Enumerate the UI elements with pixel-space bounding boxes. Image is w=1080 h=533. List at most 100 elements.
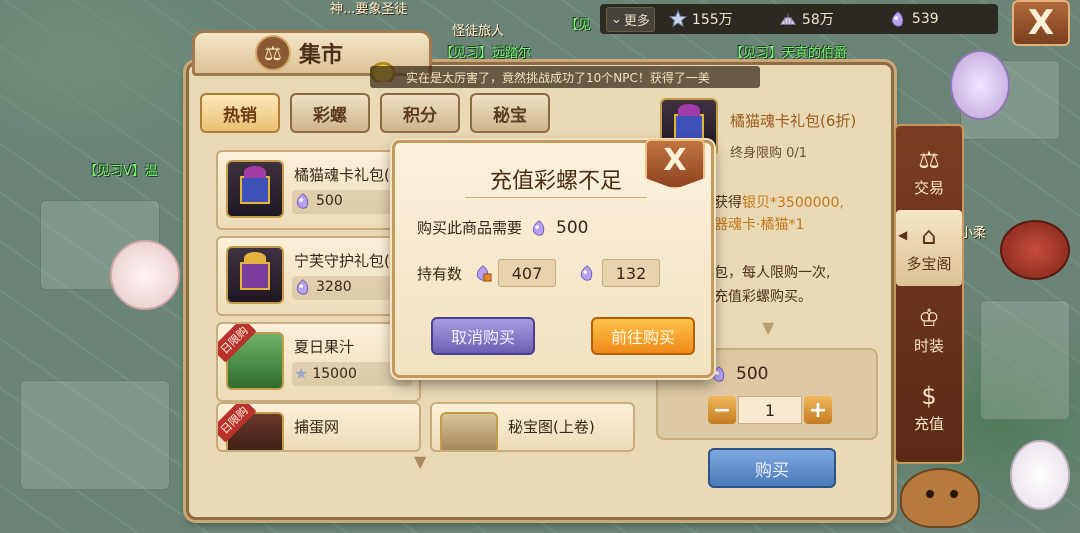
list-item[interactable]: 秘宝图(上卷)	[430, 402, 635, 452]
sheep-creature[interactable]	[110, 240, 180, 310]
star-currency: 155万	[668, 9, 765, 29]
npc-name-tag[interactable]: 神...要象圣徒	[330, 0, 407, 17]
more-button[interactable]: ⌄ 更多	[606, 6, 655, 32]
bound-gem-icon	[476, 265, 492, 282]
held-amount-row: 持有数 407 132	[417, 259, 661, 287]
close-icon: X	[1027, 3, 1055, 43]
resource-bar: ⌄ 更多 155万 58万 539	[600, 4, 998, 34]
go-purchase-button[interactable]: 前往购买	[591, 317, 695, 355]
required-value: 500	[556, 217, 589, 238]
sidenav-recharge[interactable]: $ 充值	[896, 370, 962, 446]
sidenav-label: 充值	[913, 414, 944, 433]
clothing-icon: ♔	[918, 303, 940, 332]
item-name: 秘宝图(上卷)	[508, 418, 595, 436]
list-item[interactable]: 橘猫魂卡礼包( 500	[216, 150, 421, 230]
tab-points[interactable]: 积分	[380, 93, 460, 133]
sidenav-treasure-pavilion[interactable]: ⌂ 多宝阁	[896, 210, 962, 286]
gem-icon	[296, 279, 309, 295]
fairy-npc[interactable]	[950, 50, 1010, 120]
required-label: 购买此商品需要	[417, 219, 523, 237]
quantity-decrease-button[interactable]: −	[708, 396, 736, 424]
cancel-purchase-button[interactable]: 取消购买	[431, 317, 535, 355]
npc-name-tag[interactable]: 【见习】远踏尔	[440, 42, 531, 61]
shell-currency: 58万	[779, 9, 875, 29]
shell-currency-value: 58万	[801, 12, 834, 28]
gem-currency-value: 539	[911, 11, 939, 27]
scale-icon: ⚖	[255, 35, 291, 71]
tab-shell[interactable]: 彩螺	[290, 93, 370, 133]
dollar-icon: $	[921, 381, 937, 410]
scale-icon: ⚖	[918, 145, 940, 174]
ticker-text: 实在是太厉害了，竟然挑战成功了10个NPC！获得了一美	[406, 70, 710, 85]
chevron-left-icon: ◀	[898, 228, 908, 242]
floor-tile	[20, 380, 170, 490]
held-label: 持有数	[417, 264, 463, 283]
item-name: 橘猫魂卡礼包(	[294, 166, 390, 184]
chest-icon: ⌂	[921, 221, 937, 250]
chevron-down-icon: ⌄	[611, 11, 622, 27]
desc-reward-2: 器魂卡·橘猫*1	[714, 217, 805, 233]
quantity-field[interactable]: 1	[738, 396, 802, 424]
broadcast-ticker: 实在是太厉害了，竟然挑战成功了10个NPC！获得了一美	[370, 66, 760, 88]
cake-object[interactable]	[1000, 220, 1070, 280]
star-icon	[668, 10, 687, 28]
gift-box-icon	[226, 246, 284, 304]
sidenav-fashion[interactable]: ♔ 时装	[896, 292, 962, 368]
item-price: 3280	[294, 278, 352, 296]
buy-button[interactable]: 购买	[708, 448, 836, 488]
more-label: 更多	[623, 13, 650, 29]
insufficient-currency-dialog: 充值彩螺不足 X 购买此商品需要 500 持有数 407 132 取消购买 前往…	[392, 139, 714, 378]
required-amount-row: 购买此商品需要 500	[417, 217, 588, 238]
treasure-map-icon	[440, 412, 498, 450]
sidenav-label: 交易	[913, 178, 944, 197]
held-value-bound: 407	[498, 259, 557, 287]
gem-currency: 539	[889, 10, 985, 28]
desc-line-4: 充值彩螺购买。	[714, 289, 812, 305]
star-currency-value: 155万	[691, 12, 733, 28]
dialog-divider	[465, 197, 647, 198]
desc-prefix: 获得	[714, 195, 742, 211]
npc-name-tag[interactable]: 怪徒旅人	[452, 20, 504, 39]
item-name: 夏日果汁	[294, 338, 355, 356]
sidenav-trade[interactable]: ⚖ 交易	[896, 134, 962, 210]
scroll-down-icon[interactable]: ▼	[414, 452, 426, 471]
list-item[interactable]: 宁芙守护礼包( 3280	[216, 236, 421, 316]
floor-tile	[980, 300, 1070, 420]
quantity-increase-button[interactable]: +	[804, 396, 832, 424]
npc-name-tag[interactable]: 【见习】天真的伯爵	[730, 42, 847, 61]
npc-name-tag[interactable]: 【见	[565, 14, 591, 33]
desc-reward-1: 银贝*3500000,	[742, 195, 844, 211]
gem-icon	[296, 193, 309, 209]
gem-icon	[532, 219, 545, 236]
desc-line-3: 包，每人限购一次,	[714, 265, 831, 281]
star-icon: ★	[294, 364, 309, 383]
item-price-value: 500	[316, 193, 343, 209]
item-price-value: 15000	[312, 365, 357, 382]
purchase-price: 500	[710, 364, 768, 384]
mascot-raccoon[interactable]	[900, 468, 980, 528]
purchase-price-value: 500	[736, 364, 769, 384]
item-price: 500	[294, 192, 343, 210]
sidenav-label: 多宝阁	[906, 254, 952, 273]
item-name: 捕蛋网	[294, 418, 340, 436]
tab-hot[interactable]: 热销	[200, 93, 280, 133]
close-market-button[interactable]: X	[1012, 0, 1070, 46]
gift-box-icon	[226, 160, 284, 218]
item-price-value: 3280	[316, 279, 352, 295]
gem-icon	[891, 11, 904, 27]
sidenav-label: 时装	[913, 336, 944, 355]
item-name: 宁芙守护礼包(	[294, 252, 390, 270]
chevron-down-icon: ▼	[762, 318, 775, 337]
item-price: ★ 15000	[294, 364, 357, 383]
close-icon: X	[663, 142, 687, 178]
list-item[interactable]: 日限购 捕蛋网	[216, 402, 421, 452]
market-side-nav: ⚖ 交易 ⌂ 多宝阁 ♔ 时装 $ 充值	[894, 124, 964, 464]
market-tabs: 热销 彩螺 积分 秘宝	[200, 93, 550, 133]
tab-treasure[interactable]: 秘宝	[470, 93, 550, 133]
list-item[interactable]: 日限购 夏日果汁 ★ 15000	[216, 322, 421, 402]
rabbit-creature[interactable]	[1010, 440, 1070, 510]
shell-icon	[779, 13, 796, 25]
held-value-recharge: 132	[602, 259, 661, 287]
gem-icon	[580, 265, 593, 281]
npc-name-tag[interactable]: 【见习V】温	[84, 160, 158, 179]
